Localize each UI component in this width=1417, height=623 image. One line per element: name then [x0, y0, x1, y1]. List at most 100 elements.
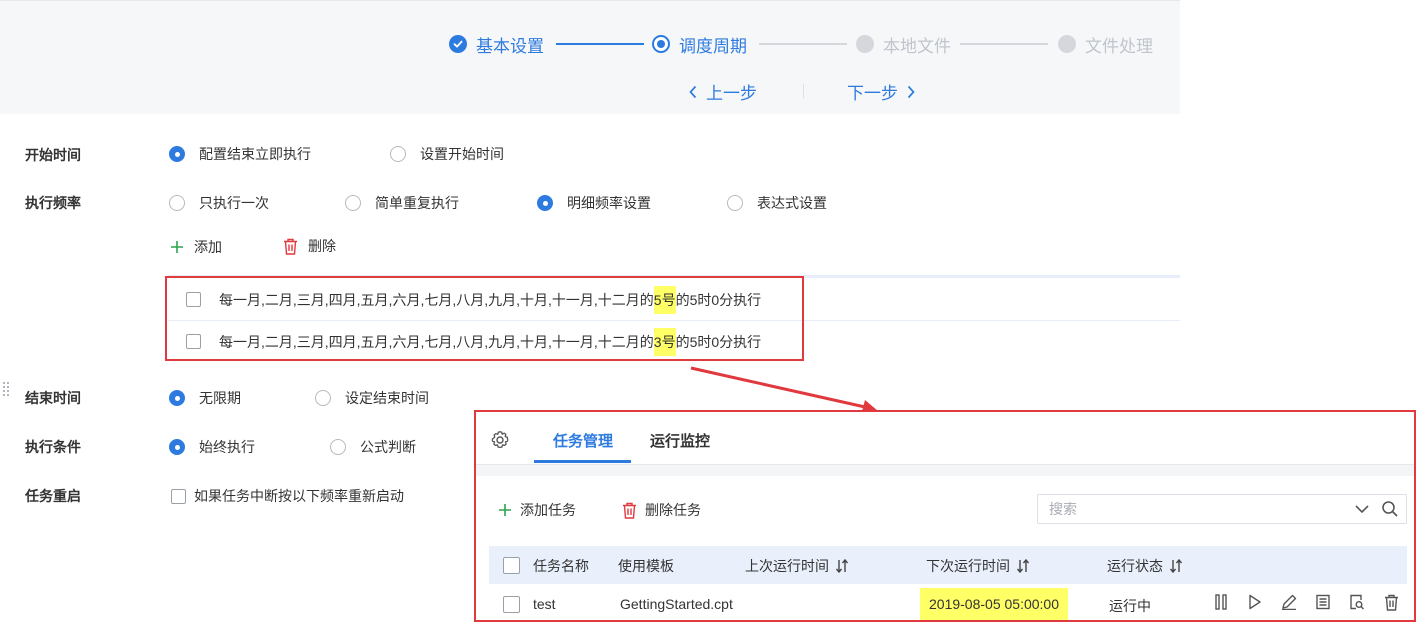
column-label: 下次运行时间: [926, 558, 1010, 574]
radio-unselected: [727, 195, 743, 211]
step-connector: [556, 43, 644, 45]
radio-unselected: [390, 146, 406, 162]
step-local-file[interactable]: 本地文件: [856, 33, 951, 56]
checkbox-label: 如果任务中断按以下频率重新启动: [194, 488, 404, 504]
next-step-label: 下一步: [847, 84, 898, 103]
start-time-label: 开始时间: [25, 147, 81, 163]
column-label: 运行状态: [1107, 558, 1163, 574]
tab-run-monitor[interactable]: 运行监控: [650, 430, 710, 451]
column-header-sortable[interactable]: 下次运行时间: [926, 556, 1030, 576]
delete-label: 删除: [308, 238, 336, 254]
pause-icon[interactable]: [1211, 592, 1231, 612]
radio-label: 无限期: [199, 390, 241, 406]
delete-task-label: 删除任务: [645, 502, 701, 518]
panel-gap: [476, 465, 1414, 476]
column-header-sortable[interactable]: 运行状态: [1107, 556, 1183, 576]
radio-always[interactable]: 始终执行: [169, 437, 255, 457]
row-checkbox[interactable]: [503, 596, 520, 613]
radio-selected: [169, 439, 185, 455]
frequency-label: 执行频率: [25, 195, 81, 211]
nav-divider: [803, 84, 804, 98]
radio-set-start-time[interactable]: 设置开始时间: [390, 144, 504, 164]
annotation-box: [165, 276, 804, 361]
radio-label: 简单重复执行: [375, 195, 459, 211]
pending-step-icon: [1058, 35, 1076, 53]
step-label: 文件处理: [1085, 36, 1153, 56]
condition-label: 执行条件: [25, 439, 81, 455]
task-template: GettingStarted.cpt: [620, 596, 733, 612]
drag-handle-icon[interactable]: [0, 380, 12, 402]
radio-unselected: [345, 195, 361, 211]
radio-label: 始终执行: [199, 439, 255, 455]
table-row[interactable]: test GettingStarted.cpt 2019-08-05 05:00…: [489, 588, 1407, 620]
radio-formula[interactable]: 公式判断: [330, 437, 416, 457]
radio-selected: [169, 146, 185, 162]
chevron-down-icon[interactable]: [1354, 502, 1370, 516]
column-label: 任务名称: [533, 558, 589, 574]
step-label: 本地文件: [883, 36, 951, 56]
radio-label: 明细频率设置: [567, 195, 651, 211]
next-run-time: 2019-08-05 05:00:00: [920, 588, 1068, 620]
edit-icon[interactable]: [1279, 592, 1299, 612]
prev-step-label: 上一步: [706, 84, 757, 103]
add-frequency-button[interactable]: 添加: [170, 237, 222, 257]
delete-frequency-button[interactable]: 删除: [283, 236, 336, 256]
trash-icon: [623, 502, 636, 519]
step-file-process[interactable]: 文件处理: [1058, 33, 1153, 56]
step-label: 基本设置: [476, 36, 544, 56]
radio-label: 设定结束时间: [345, 390, 429, 406]
step-schedule[interactable]: 调度周期: [652, 33, 747, 56]
active-step-icon: [652, 35, 670, 53]
plus-icon: [171, 241, 183, 253]
restart-checkbox[interactable]: 如果任务中断按以下频率重新启动: [171, 486, 404, 506]
column-header-sortable[interactable]: 上次运行时间: [745, 556, 849, 576]
sort-icon[interactable]: [1016, 559, 1030, 573]
radio-expression[interactable]: 表达式设置: [727, 193, 827, 213]
radio-run-once[interactable]: 只执行一次: [169, 193, 269, 213]
step-basic-settings[interactable]: 基本设置: [449, 33, 544, 56]
radio-detailed-frequency[interactable]: 明细频率设置: [537, 193, 651, 213]
radio-label: 只执行一次: [199, 195, 269, 211]
checkbox[interactable]: [171, 488, 186, 504]
preview-icon[interactable]: [1347, 592, 1367, 612]
select-all-checkbox[interactable]: [503, 557, 520, 574]
task-panel: 任务管理 运行监控 添加任务 删除任务 任务名称 使用模板 上次运行时间 下次运…: [474, 410, 1416, 622]
sort-icon[interactable]: [835, 559, 849, 573]
search-icon[interactable]: [1381, 500, 1399, 518]
chevron-right-icon: [907, 85, 915, 98]
pending-step-icon: [856, 35, 874, 53]
next-step-button[interactable]: 下一步: [847, 79, 916, 104]
radio-label: 配置结束立即执行: [199, 146, 311, 162]
search-input[interactable]: [1047, 500, 1341, 518]
status-badge: 运行中: [1109, 598, 1151, 614]
radio-selected: [537, 195, 553, 211]
add-task-label: 添加任务: [520, 502, 576, 518]
delete-icon[interactable]: [1381, 592, 1401, 612]
task-table-header: 任务名称 使用模板 上次运行时间 下次运行时间 运行状态: [489, 546, 1407, 584]
play-icon[interactable]: [1245, 592, 1265, 612]
radio-unselected: [169, 195, 185, 211]
gear-icon[interactable]: [490, 430, 510, 450]
radio-label: 设置开始时间: [420, 146, 504, 162]
radio-label: 表达式设置: [757, 195, 827, 211]
restart-label: 任务重启: [25, 488, 81, 504]
radio-start-immediately[interactable]: 配置结束立即执行: [169, 144, 311, 164]
active-tab-indicator: [534, 460, 631, 463]
radio-unselected: [315, 390, 331, 406]
step-connector: [960, 43, 1048, 45]
tab-task-management[interactable]: 任务管理: [553, 430, 613, 451]
search-box: [1037, 494, 1407, 524]
prev-step-button[interactable]: 上一步: [688, 79, 757, 104]
check-icon: [449, 35, 467, 53]
radio-set-end-time[interactable]: 设定结束时间: [315, 388, 429, 408]
sort-icon[interactable]: [1169, 559, 1183, 573]
add-task-button[interactable]: 添加任务: [498, 500, 576, 520]
delete-task-button[interactable]: 删除任务: [622, 500, 701, 520]
end-time-label: 结束时间: [25, 390, 81, 406]
plus-icon: [499, 504, 511, 516]
log-icon[interactable]: [1313, 592, 1333, 612]
task-name: test: [533, 596, 556, 612]
radio-simple-repeat[interactable]: 简单重复执行: [345, 193, 459, 213]
column-header: 使用模板: [618, 556, 674, 576]
radio-no-end[interactable]: 无限期: [169, 388, 241, 408]
